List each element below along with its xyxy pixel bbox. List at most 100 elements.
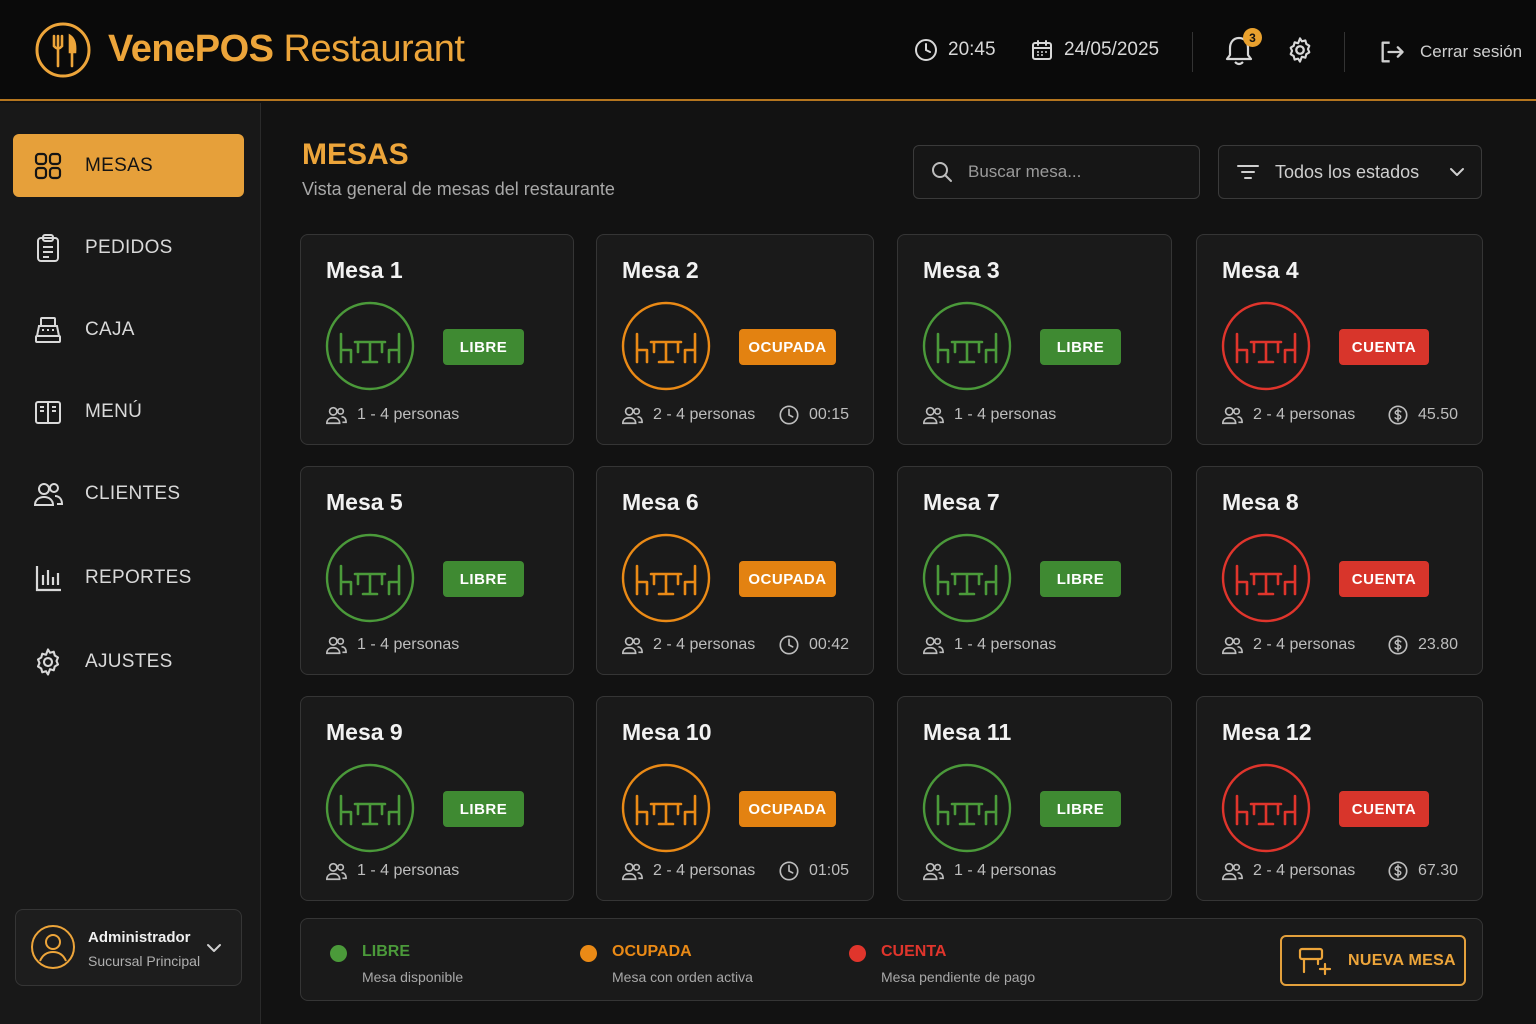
user-profile-card[interactable]: Administrador Sucursal Principal <box>15 909 242 986</box>
gear-icon[interactable] <box>1286 36 1314 64</box>
table-name: Mesa 8 <box>1222 489 1299 515</box>
timer-icon <box>779 635 799 655</box>
filter-icon <box>1237 165 1259 179</box>
sidebar: MESAS PEDIDOS CAJA MENÚ CLIENTES REPORTE… <box>0 103 261 1024</box>
table-name: Mesa 2 <box>622 257 699 283</box>
legend-dot <box>580 945 597 962</box>
sidebar-item-label: CAJA <box>85 318 135 340</box>
date-display: 24/05/2025 <box>1030 38 1159 62</box>
sidebar-item-mesas[interactable]: MESAS <box>13 134 244 197</box>
sidebar-item-clientes[interactable]: CLIENTES <box>13 462 244 525</box>
timer-icon <box>779 861 799 881</box>
user-name: Administrador <box>88 929 191 946</box>
capacity-text: 2 - 4 personas <box>653 636 756 653</box>
header-divider <box>1344 32 1345 72</box>
dining-table-icon <box>325 533 415 623</box>
filter-label: Todos los estados <box>1275 161 1420 182</box>
table-card[interactable]: Mesa 10 OCUPADA 2 - 4 personas 01:05 <box>596 696 874 901</box>
table-card[interactable]: Mesa 6 OCUPADA 2 - 4 personas 00:42 <box>596 466 874 675</box>
search-box[interactable] <box>913 145 1200 199</box>
chevron-down-icon <box>1450 168 1464 176</box>
table-card[interactable]: Mesa 4 CUENTA 2 - 4 personas 45.50 <box>1196 234 1483 445</box>
page-title: MESAS <box>302 138 409 171</box>
status-badge: LIBRE <box>1040 561 1121 597</box>
extra-value: 01:05 <box>808 862 849 879</box>
fork-knife-logo-icon <box>35 22 91 78</box>
dining-table-icon <box>621 763 711 853</box>
table-card[interactable]: Mesa 2 OCUPADA 2 - 4 personas 00:15 <box>596 234 874 445</box>
capacity-text: 1 - 4 personas <box>954 862 1057 879</box>
table-capacity: 2 - 4 personas <box>1221 634 1355 656</box>
sidebar-item-ajustes[interactable]: AJUSTES <box>13 630 244 693</box>
chevron-down-icon <box>207 944 221 952</box>
people-icon <box>622 406 643 425</box>
status-badge: LIBRE <box>443 791 524 827</box>
capacity-text: 2 - 4 personas <box>653 406 756 423</box>
table-capacity: 1 - 4 personas <box>922 860 1056 882</box>
table-name: Mesa 6 <box>622 489 699 515</box>
add-table-icon <box>1298 947 1332 975</box>
table-name: Mesa 10 <box>622 719 712 745</box>
user-branch: Sucursal Principal <box>88 953 201 969</box>
people-icon <box>1222 406 1243 425</box>
table-card[interactable]: Mesa 11 LIBRE 1 - 4 personas <box>897 696 1172 901</box>
table-card[interactable]: Mesa 12 CUENTA 2 - 4 personas 67.30 <box>1196 696 1483 901</box>
people-icon <box>923 862 944 881</box>
elapsed-time: 01:05 <box>778 860 849 882</box>
table-card[interactable]: Mesa 5 LIBRE 1 - 4 personas <box>300 466 574 675</box>
new-table-button[interactable]: NUEVA MESA <box>1280 935 1466 986</box>
search-input[interactable] <box>968 162 1188 182</box>
dining-table-icon <box>1221 763 1311 853</box>
dollar-icon <box>1388 405 1408 425</box>
capacity-text: 1 - 4 personas <box>357 636 460 653</box>
sidebar-item-label: PEDIDOS <box>85 236 173 258</box>
logout-button[interactable]: Cerrar sesión <box>1378 38 1522 66</box>
gear-icon <box>36 647 60 676</box>
table-name: Mesa 5 <box>326 489 403 515</box>
people-icon <box>1222 636 1243 655</box>
people-icon <box>326 862 347 881</box>
table-name: Mesa 4 <box>1222 257 1299 283</box>
sidebar-item-menu[interactable]: MENÚ <box>13 380 244 443</box>
legend-desc: Mesa disponible <box>362 969 464 985</box>
extra-value: 67.30 <box>1417 862 1458 879</box>
bill-amount: 67.30 <box>1387 860 1458 882</box>
table-capacity: 1 - 4 personas <box>922 634 1056 656</box>
sidebar-item-reportes[interactable]: REPORTES <box>13 546 244 609</box>
sidebar-item-label: AJUSTES <box>85 650 173 672</box>
table-card[interactable]: Mesa 8 CUENTA 2 - 4 personas 23.80 <box>1196 466 1483 675</box>
logout-icon <box>1381 41 1404 63</box>
table-card[interactable]: Mesa 9 LIBRE 1 - 4 personas <box>300 696 574 901</box>
book-icon <box>35 400 61 424</box>
table-card[interactable]: Mesa 7 LIBRE 1 - 4 personas <box>897 466 1172 675</box>
status-filter-dropdown[interactable]: Todos los estados <box>1218 145 1482 199</box>
elapsed-time: 00:15 <box>778 404 849 426</box>
top-header: VenePOS Restaurant 20:45 24/05/2025 3 Ce… <box>0 0 1536 101</box>
table-capacity: 2 - 4 personas <box>1221 404 1355 426</box>
table-card[interactable]: Mesa 3 LIBRE 1 - 4 personas <box>897 234 1172 445</box>
sidebar-item-caja[interactable]: CAJA <box>13 298 244 361</box>
sidebar-item-pedidos[interactable]: PEDIDOS <box>13 216 244 279</box>
brand-name: VenePOS Restaurant <box>108 28 465 70</box>
status-badge: LIBRE <box>1040 329 1121 365</box>
table-card[interactable]: Mesa 1 LIBRE 1 - 4 personas <box>300 234 574 445</box>
status-badge: LIBRE <box>443 561 524 597</box>
legend-desc: Mesa con orden activa <box>612 969 753 985</box>
capacity-text: 1 - 4 personas <box>357 406 460 423</box>
users-icon <box>33 482 63 506</box>
header-divider <box>1192 32 1193 72</box>
notification-badge: 3 <box>1243 28 1262 47</box>
status-badge: LIBRE <box>443 329 524 365</box>
dining-table-icon <box>621 533 711 623</box>
current-time: 20:45 <box>948 39 996 60</box>
table-name: Mesa 7 <box>923 489 1000 515</box>
status-badge: OCUPADA <box>739 561 836 597</box>
table-capacity: 1 - 4 personas <box>325 860 459 882</box>
legend-dot <box>330 945 347 962</box>
dollar-icon <box>1388 635 1408 655</box>
status-badge: CUENTA <box>1339 329 1429 365</box>
people-icon <box>326 406 347 425</box>
extra-value: 45.50 <box>1417 406 1458 423</box>
bar-chart-icon <box>35 565 61 591</box>
grid-icon <box>34 152 62 179</box>
